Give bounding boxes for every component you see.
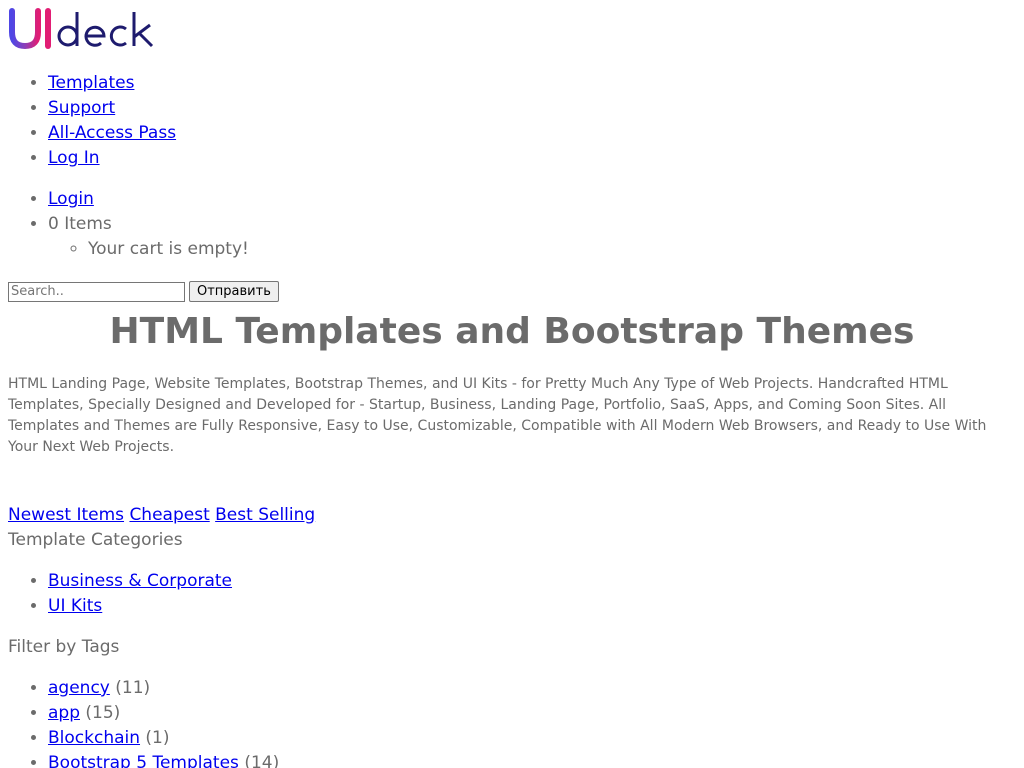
sort-newest-link[interactable]: Newest Items — [8, 505, 124, 525]
category-item: UI Kits — [48, 594, 232, 619]
tag-item: app (15) — [48, 701, 279, 726]
tag-item: agency (11) — [48, 676, 279, 701]
user-nav: Login 0 Items Your cart is empty! — [8, 187, 249, 262]
tag-item: Blockchain (1) — [48, 726, 279, 751]
tag-count: (14) — [244, 753, 280, 768]
support-link[interactable]: Support — [48, 98, 115, 118]
main-nav-item-templates: Templates — [48, 71, 176, 96]
templates-link[interactable]: Templates — [48, 73, 134, 93]
search-input[interactable] — [8, 281, 185, 302]
log-in-link[interactable]: Log In — [48, 148, 100, 168]
main-nav: Templates Support All-Access Pass Log In — [8, 71, 176, 171]
login-link[interactable]: Login — [48, 189, 94, 209]
cart-empty-message: Your cart is empty! — [88, 237, 249, 262]
main-nav-item-support: Support — [48, 96, 176, 121]
user-nav-item-login: Login — [48, 187, 249, 212]
cart-dropdown: Your cart is empty! — [48, 237, 249, 262]
uideck-logo[interactable] — [8, 8, 160, 50]
category-ui-kits-link[interactable]: UI Kits — [48, 596, 102, 616]
sort-links: Newest Items Cheapest Best Selling — [8, 503, 315, 528]
tags-heading: Filter by Tags — [8, 637, 120, 657]
sort-best-selling-link[interactable]: Best Selling — [215, 505, 315, 525]
sort-cheapest-link[interactable]: Cheapest — [129, 505, 209, 525]
category-business-corporate-link[interactable]: Business & Corporate — [48, 571, 232, 591]
tag-count: (11) — [115, 678, 151, 698]
tag-item: Bootstrap 5 Templates (14) — [48, 751, 279, 768]
tag-count: (1) — [145, 728, 170, 748]
all-access-pass-link[interactable]: All-Access Pass — [48, 123, 176, 143]
page-title: HTML Templates and Bootstrap Themes — [109, 311, 915, 352]
main-nav-item-all-access: All-Access Pass — [48, 121, 176, 146]
tag-agency-link[interactable]: agency — [48, 678, 110, 698]
main-nav-item-login: Log In — [48, 146, 176, 171]
categories-list: Business & Corporate UI Kits — [8, 569, 232, 619]
tags-list: agency (11) app (15) Blockchain (1) Boot… — [8, 676, 279, 768]
tag-bootstrap5-link[interactable]: Bootstrap 5 Templates — [48, 753, 239, 768]
category-item: Business & Corporate — [48, 569, 232, 594]
tag-count: (15) — [85, 703, 121, 723]
search-submit-button[interactable]: Отправить — [189, 281, 279, 302]
tag-blockchain-link[interactable]: Blockchain — [48, 728, 140, 748]
cart-count[interactable]: 0 Items — [48, 214, 112, 234]
tag-app-link[interactable]: app — [48, 703, 80, 723]
categories-heading: Template Categories — [8, 530, 183, 550]
cart-item: 0 Items Your cart is empty! — [48, 212, 249, 262]
hero-description: HTML Landing Page, Website Templates, Bo… — [8, 376, 987, 455]
search-form: Отправить — [8, 281, 279, 302]
